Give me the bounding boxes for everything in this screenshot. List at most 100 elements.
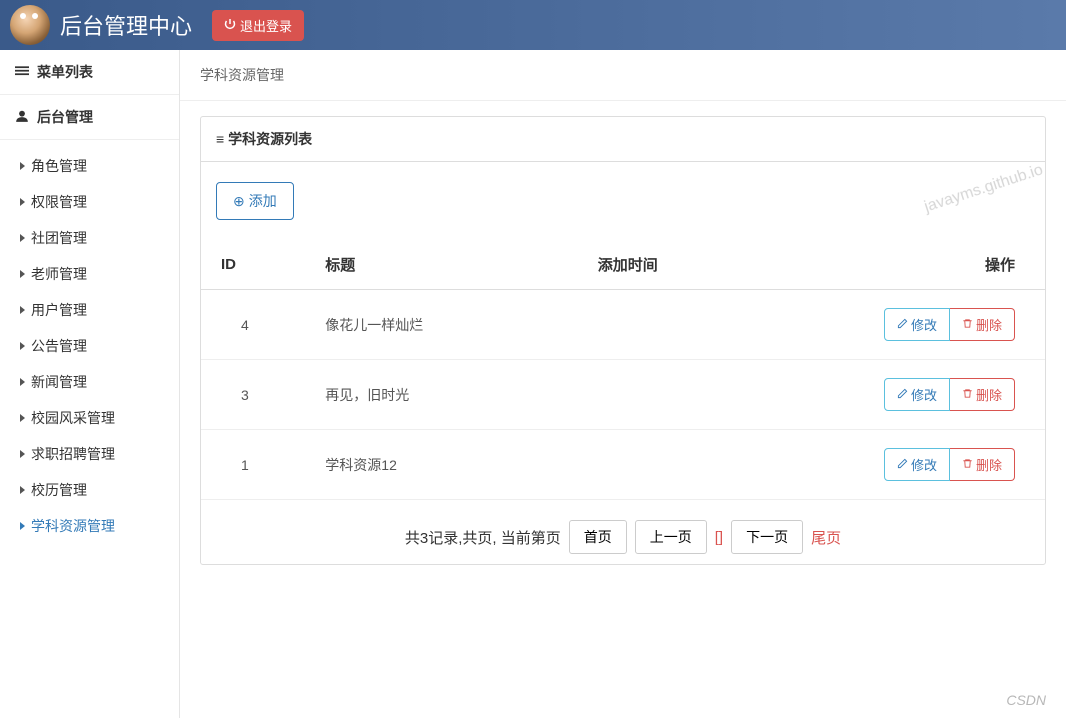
sidebar: 菜单列表 后台管理 角色管理权限管理社团管理老师管理用户管理公告管理新闻管理校园… [0,50,180,718]
pagination: 共3记录,共页, 当前第页 首页 上一页 [] 下一页 尾页 [201,500,1045,564]
sidebar-item[interactable]: 校园风采管理 [0,400,179,436]
sidebar-item[interactable]: 权限管理 [0,184,179,220]
caret-right-icon [20,162,25,170]
cell-title: 像花儿一样灿烂 [315,290,548,360]
sidebar-item-label: 老师管理 [31,264,87,284]
edit-label: 修改 [911,455,937,474]
sidebar-item-label: 公告管理 [31,336,87,356]
caret-right-icon [20,198,25,206]
trash-icon [962,317,973,332]
sidebar-item-label: 新闻管理 [31,372,87,392]
edit-button[interactable]: 修改 [884,448,950,481]
current-page: [] [715,529,723,546]
table-row: 1学科资源12 修改 删除 [201,430,1045,500]
cell-id: 4 [201,290,315,360]
delete-button[interactable]: 删除 [950,378,1015,411]
edit-icon [897,317,908,332]
col-title: 标题 [315,240,548,290]
table-row: 4像花儿一样灿烂 修改 删除 [201,290,1045,360]
next-page-button[interactable]: 下一页 [731,520,803,554]
sidebar-menu-header[interactable]: 菜单列表 [0,50,179,95]
cell-time [549,430,707,500]
prev-page-button[interactable]: 上一页 [635,520,707,554]
sidebar-item[interactable]: 角色管理 [0,148,179,184]
cell-title: 学科资源12 [315,430,548,500]
sidebar-section-title: 后台管理 [37,107,93,127]
delete-label: 删除 [976,455,1002,474]
sidebar-menu-title: 菜单列表 [37,62,93,82]
cell-time [549,360,707,430]
trash-icon [962,457,973,472]
cell-actions: 修改 删除 [707,290,1045,360]
cell-title: 再见，旧时光 [315,360,548,430]
sidebar-item-label: 求职招聘管理 [31,444,115,464]
panel-header: ≡ 学科资源列表 [201,117,1045,162]
sidebar-item[interactable]: 求职招聘管理 [0,436,179,472]
sidebar-item[interactable]: 用户管理 [0,292,179,328]
plus-icon: ⊕ [233,193,245,210]
sidebar-item-label: 校历管理 [31,480,87,500]
edit-button[interactable]: 修改 [884,308,950,341]
sidebar-menu: 角色管理权限管理社团管理老师管理用户管理公告管理新闻管理校园风采管理求职招聘管理… [0,140,179,552]
cell-id: 1 [201,430,315,500]
menu-icon: ≡ [216,131,224,147]
main-content: 学科资源管理 ≡ 学科资源列表 ⊕ 添加 ID 标题 添加时间 [180,50,1066,718]
col-id: ID [201,240,315,290]
sidebar-item-label: 用户管理 [31,300,87,320]
caret-right-icon [20,234,25,242]
table-row: 3再见，旧时光 修改 删除 [201,360,1045,430]
first-page-button[interactable]: 首页 [569,520,627,554]
delete-label: 删除 [976,385,1002,404]
logout-button[interactable]: 退出登录 [212,10,304,41]
caret-right-icon [20,270,25,278]
sidebar-item-label: 权限管理 [31,192,87,212]
app-header: 后台管理中心 退出登录 [0,0,1066,50]
last-page-link[interactable]: 尾页 [811,527,841,548]
edit-label: 修改 [911,385,937,404]
sidebar-item[interactable]: 校历管理 [0,472,179,508]
power-icon [224,18,236,33]
panel: ≡ 学科资源列表 ⊕ 添加 ID 标题 添加时间 操作 [200,116,1046,565]
sidebar-item[interactable]: 老师管理 [0,256,179,292]
add-button[interactable]: ⊕ 添加 [216,182,294,220]
edit-button[interactable]: 修改 [884,378,950,411]
logout-label: 退出登录 [240,16,292,35]
user-icon [15,109,29,126]
caret-right-icon [20,306,25,314]
caret-right-icon [20,522,25,530]
panel-title: 学科资源列表 [228,129,312,149]
col-actions: 操作 [707,240,1045,290]
add-label: 添加 [249,191,277,211]
sidebar-item[interactable]: 公告管理 [0,328,179,364]
col-time: 添加时间 [549,240,707,290]
sidebar-item[interactable]: 新闻管理 [0,364,179,400]
caret-right-icon [20,342,25,350]
cell-actions: 修改 删除 [707,360,1045,430]
resource-table: ID 标题 添加时间 操作 4像花儿一样灿烂修改删除3再见，旧时光修改删除1学科… [201,240,1045,500]
sidebar-item-label: 社团管理 [31,228,87,248]
trash-icon [962,387,973,402]
sidebar-item[interactable]: 学科资源管理 [0,508,179,544]
caret-right-icon [20,414,25,422]
pagination-summary: 共3记录,共页, 当前第页 [405,527,561,548]
cell-id: 3 [201,360,315,430]
edit-label: 修改 [911,315,937,334]
delete-button[interactable]: 删除 [950,448,1015,481]
edit-icon [897,457,908,472]
app-title: 后台管理中心 [60,9,192,41]
sidebar-item-label: 角色管理 [31,156,87,176]
edit-icon [897,387,908,402]
sidebar-item[interactable]: 社团管理 [0,220,179,256]
avatar [10,5,50,45]
sidebar-section-header[interactable]: 后台管理 [0,95,179,140]
caret-right-icon [20,450,25,458]
caret-right-icon [20,486,25,494]
breadcrumb: 学科资源管理 [180,50,1066,101]
delete-button[interactable]: 删除 [950,308,1015,341]
sidebar-item-label: 学科资源管理 [31,516,115,536]
sidebar-item-label: 校园风采管理 [31,408,115,428]
delete-label: 删除 [976,315,1002,334]
cell-actions: 修改 删除 [707,430,1045,500]
cell-time [549,290,707,360]
list-icon [15,64,29,81]
